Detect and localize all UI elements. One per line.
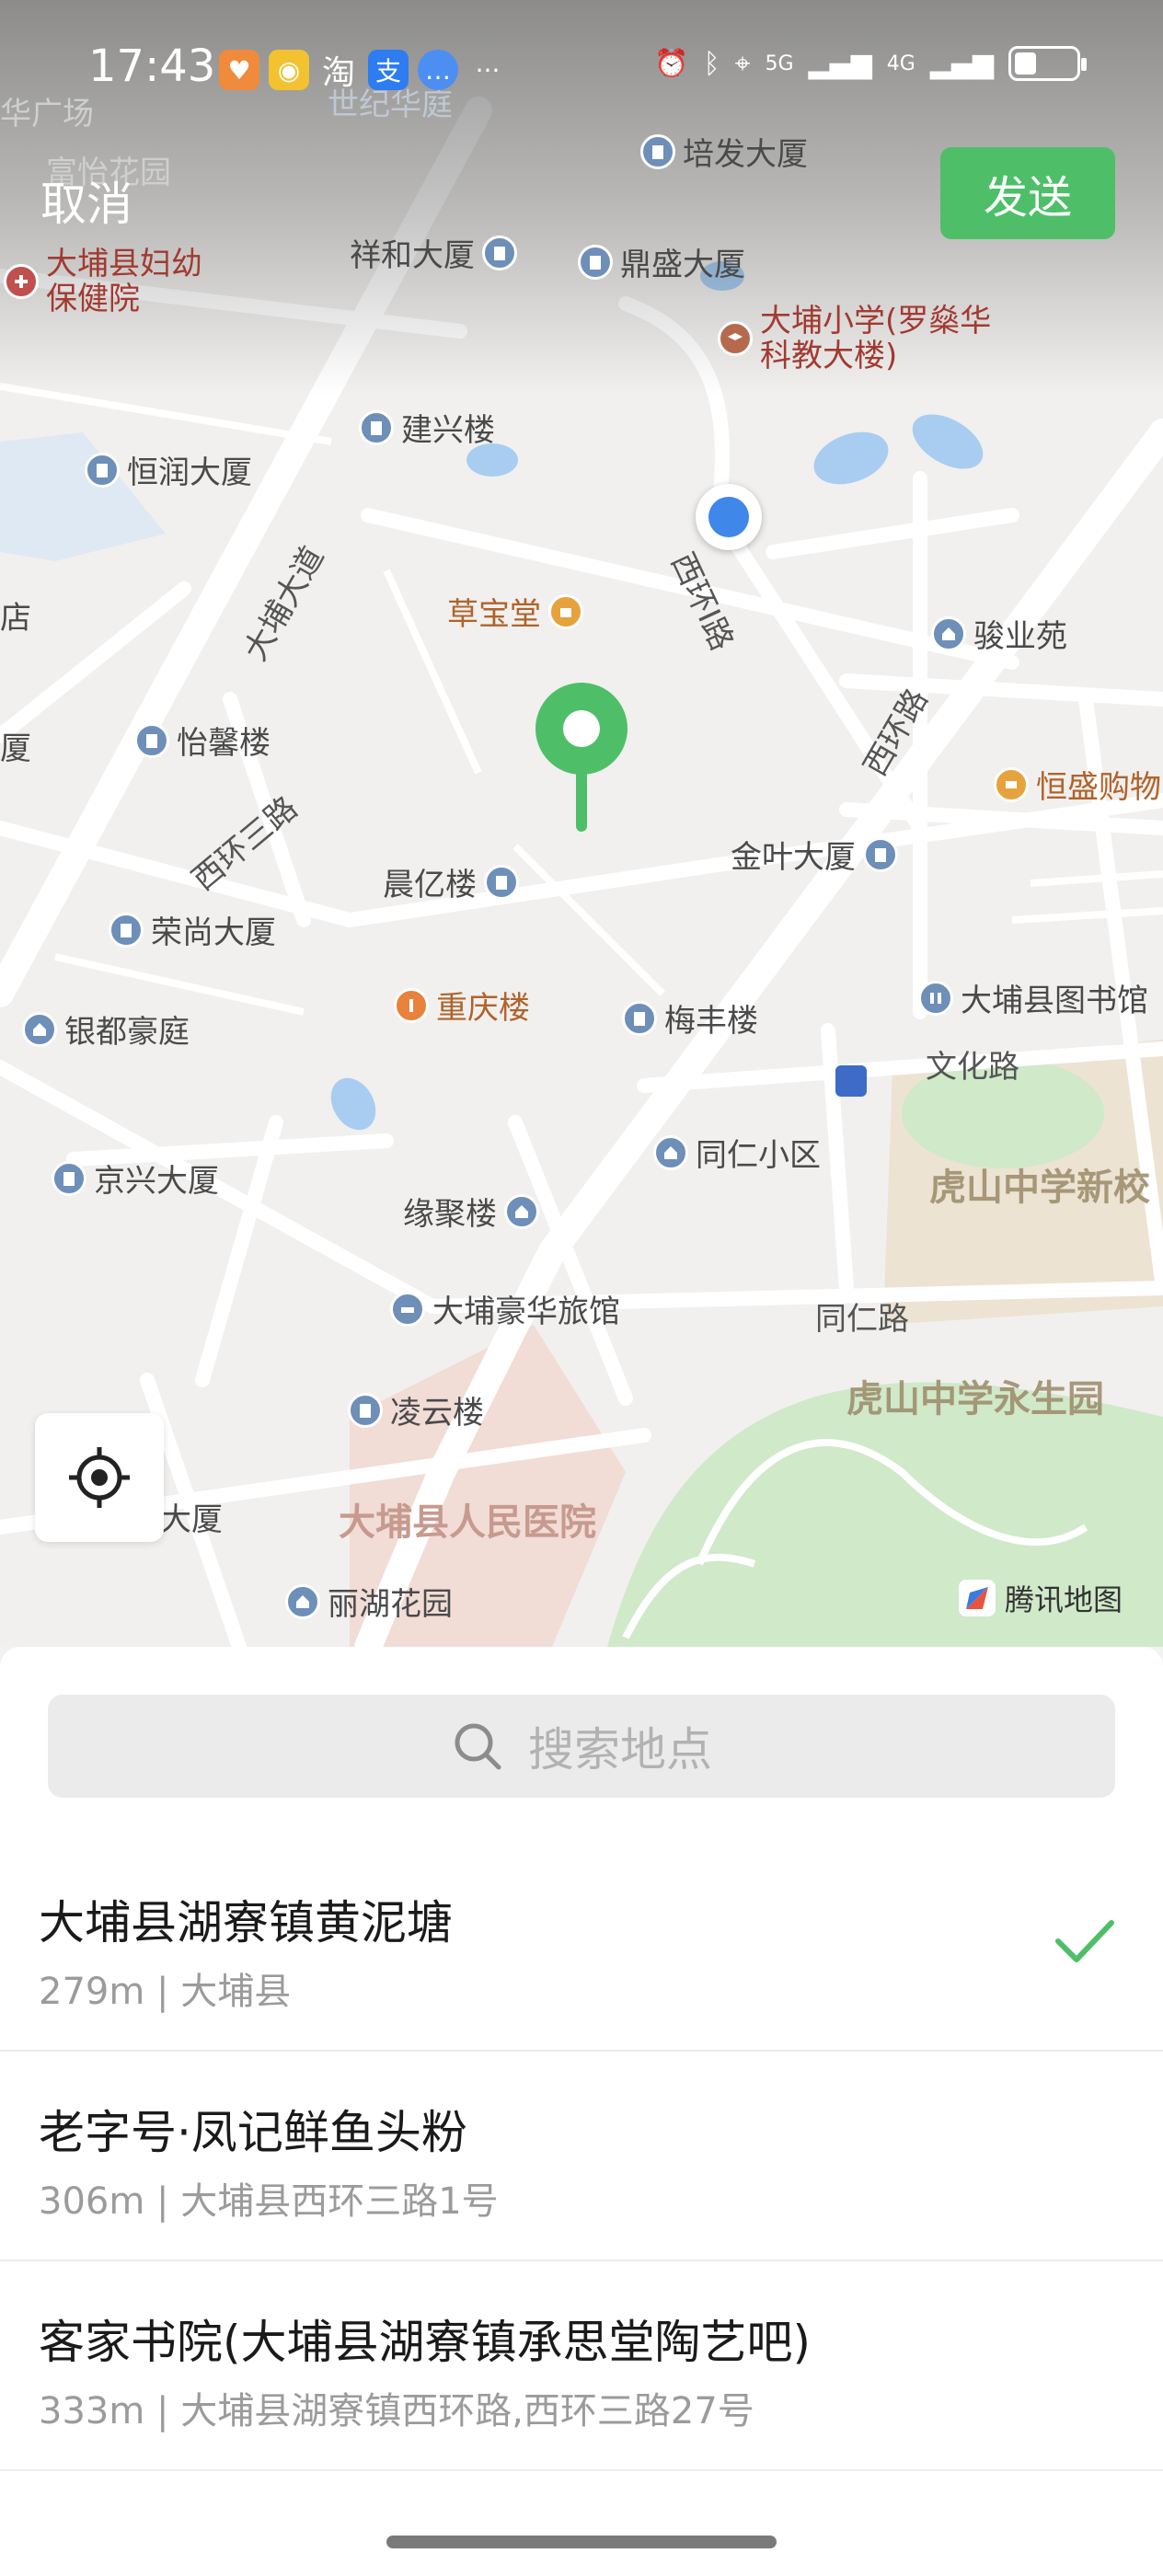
location-icon: ⌖ [734, 47, 751, 80]
map-poi[interactable]: 祥和大厦 [350, 230, 524, 275]
app-notification-icon: ♥ [219, 50, 259, 90]
result-detail: 333m | 大埔县湖寮镇西环路,西环三路27号 [39, 2390, 754, 2432]
building-icon [85, 452, 120, 488]
building-icon [863, 836, 898, 872]
building-icon [484, 864, 519, 900]
home-icon [931, 615, 966, 651]
map-poi[interactable]: 大埔县图书馆 [918, 975, 1148, 1020]
map-poi[interactable]: 恒盛购物 [994, 762, 1161, 807]
map-poi[interactable]: 缘聚楼 [403, 1189, 547, 1234]
bluetooth-icon: ᛒ [703, 47, 720, 80]
crosshair-icon [69, 1447, 130, 1508]
status-right: ⏰ ᛒ ⌖ 5G ▂▄▆ 4G ▂▄▆ [654, 46, 1087, 81]
home-icon [653, 1134, 688, 1170]
result-name: 客家书院(大埔县湖寮镇承思堂陶艺吧) [39, 2316, 812, 2369]
home-icon [22, 1011, 57, 1047]
map-poi[interactable]: 金叶大厦 [731, 832, 905, 877]
check-icon [1055, 1920, 1114, 1962]
locate-me-button[interactable] [35, 1413, 164, 1542]
location-panel: 搜索地点 大埔县湖寮镇黄泥塘 279m | 大埔县 老字号·凤记鲜鱼头粉 306… [0, 1647, 1163, 2576]
map-poi[interactable]: 鼎盛大厦 [578, 239, 745, 284]
home-indicator[interactable] [386, 2536, 777, 2548]
4g-signal-icon: 4G [886, 52, 915, 75]
bus-stop-icon [835, 1065, 867, 1097]
road-label: 文化路 [926, 1049, 1019, 1086]
map-view[interactable]: 培发大厦 祥和大厦 鼎盛大厦 大埔县妇幼保健院 大埔小学(罗燊华科教大楼) 建兴… [0, 0, 1163, 1647]
search-icon [455, 1723, 501, 1770]
building-icon [622, 1000, 657, 1036]
map-poi[interactable]: 京兴大厦 [52, 1156, 219, 1201]
result-item[interactable]: 客家书院(大埔县湖寮镇承思堂陶艺吧) 333m | 大埔县湖寮镇西环路,西环三路… [0, 2261, 1163, 2471]
map-poi[interactable]: 荣尚大厦 [109, 907, 276, 952]
map-poi[interactable]: 恒润大厦 [85, 447, 252, 492]
home-icon [504, 1193, 539, 1229]
notification-icons: ♥ ◉ 淘 支 … ··· [219, 50, 508, 92]
search-input[interactable]: 搜索地点 [48, 1695, 1115, 1798]
current-location-dot [696, 484, 762, 550]
alipay-icon: 支 [368, 50, 409, 90]
result-name: 老字号·凤记鲜鱼头粉 [39, 2106, 467, 2159]
map-poi[interactable]: 银都豪庭 [22, 1006, 190, 1052]
area-label: 虎山中学永生园 [846, 1378, 1104, 1420]
restaurant-icon [394, 987, 429, 1023]
send-button[interactable]: 发送 [940, 147, 1115, 239]
search-placeholder: 搜索地点 [528, 1723, 712, 1777]
map-poi[interactable]: 同仁小区 [653, 1130, 821, 1175]
road-label: 同仁路 [815, 1301, 909, 1338]
map-poi[interactable]: 大埔县妇幼保健院 [4, 247, 230, 316]
map-poi[interactable]: 草宝堂 [447, 589, 591, 634]
map-poi[interactable]: 大埔小学(罗燊华科教大楼) [718, 304, 1008, 374]
map-attribution: 腾讯地图 [957, 1577, 1123, 1619]
5g-signal-icon: 5G [765, 52, 794, 75]
map-poi[interactable]: 骏业苑 [931, 611, 1067, 656]
status-time: 17:43 [88, 40, 216, 92]
signal-bars-icon: ▂▄▆ [808, 47, 872, 80]
building-icon [52, 1160, 86, 1196]
result-detail: 279m | 大埔县 [39, 1971, 292, 2013]
building-icon [359, 409, 394, 445]
building-icon [109, 912, 144, 948]
message-icon: … [418, 50, 458, 90]
map-poi[interactable]: 大埔豪华旅馆 [390, 1286, 620, 1331]
weibo-icon: ◉ [269, 50, 309, 90]
shopping-cart-icon [994, 766, 1029, 802]
building-icon [482, 235, 517, 270]
home-icon [285, 1583, 320, 1619]
library-icon [918, 980, 953, 1016]
result-detail: 306m | 大埔县西环三路1号 [39, 2180, 499, 2223]
building-icon [134, 722, 169, 758]
result-item[interactable]: 老字号·凤记鲜鱼头粉 306m | 大埔县西环三路1号 [0, 2052, 1163, 2261]
map-poi[interactable]: 丽湖花园 [285, 1579, 453, 1624]
hotel-icon [390, 1291, 425, 1327]
status-bar: 17:43 ♥ ◉ 淘 支 … ··· ⏰ ᛒ ⌖ 5G ▂▄▆ 4G ▂▄▆ [0, 0, 1163, 147]
building-icon [348, 1392, 383, 1428]
map-poi[interactable]: 店 [0, 592, 31, 638]
area-label: 大埔县人民医院 [339, 1501, 596, 1544]
area-label: 虎山中学新校 [929, 1167, 1150, 1209]
map-poi[interactable]: 晨亿楼 [383, 859, 526, 904]
result-name: 大埔县湖寮镇黄泥塘 [39, 1896, 453, 1949]
battery-icon [1008, 46, 1087, 81]
cancel-button[interactable]: 取消 [40, 167, 132, 234]
signal-bars-icon: ▂▄▆ [929, 47, 994, 80]
result-item[interactable]: 大埔县湖寮镇黄泥塘 279m | 大埔县 [0, 1842, 1163, 2052]
hospital-icon [4, 264, 39, 299]
map-poi[interactable]: 梅丰楼 [622, 995, 758, 1041]
location-picker-screen: 培发大厦 祥和大厦 鼎盛大厦 大埔县妇幼保健院 大埔小学(罗燊华科教大楼) 建兴… [0, 0, 1163, 2576]
taobao-icon: 淘 [321, 54, 355, 92]
map-poi[interactable]: 厦 [0, 723, 31, 768]
map-poi[interactable]: 怡馨楼 [134, 718, 271, 763]
map-poi[interactable]: 重庆楼 [394, 983, 530, 1028]
more-notifications-icon: ··· [475, 54, 501, 86]
map-poi[interactable]: 大厦 [160, 1494, 223, 1539]
map-poi[interactable]: 建兴楼 [359, 405, 495, 450]
school-icon [718, 321, 753, 356]
selected-location-pin-icon[interactable] [534, 681, 629, 832]
shop-icon [548, 593, 583, 629]
alarm-icon: ⏰ [654, 47, 689, 80]
map-poi[interactable]: 凌云楼 [348, 1387, 484, 1432]
tencent-map-logo-icon [959, 1580, 996, 1616]
building-icon [578, 244, 613, 280]
